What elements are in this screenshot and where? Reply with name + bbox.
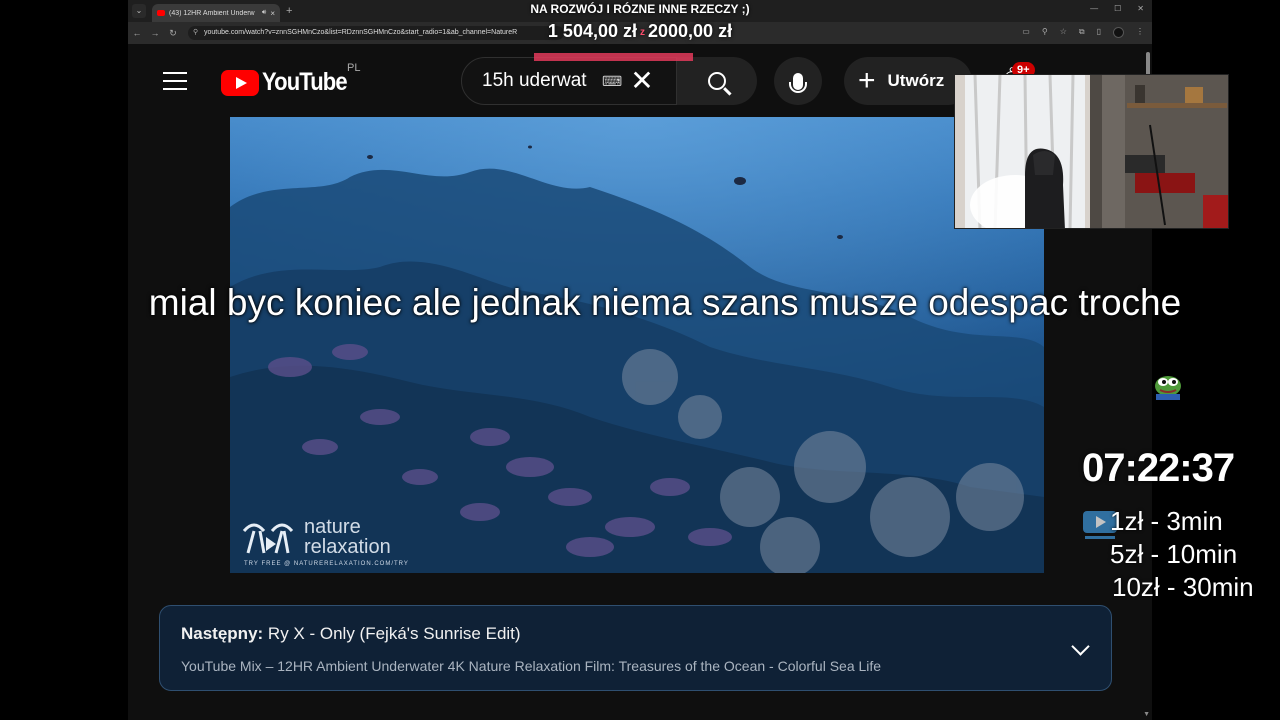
donation-goal-progress-bar xyxy=(534,53,693,61)
search-box[interactable]: 15h uderwat ⌨ ✕ xyxy=(461,57,677,105)
watermark-text: nature relaxation xyxy=(304,517,391,557)
youtube-play-icon xyxy=(221,69,259,96)
menu-hamburger-icon[interactable] xyxy=(163,72,187,90)
scroll-down-arrow-icon[interactable]: ▼ xyxy=(1143,711,1150,718)
rate-line: 10zł - 30min xyxy=(1112,572,1254,602)
underwater-scene xyxy=(230,117,1044,573)
plus-icon: + xyxy=(858,64,876,97)
palm-trees-logo-icon xyxy=(242,523,294,554)
stream-message: mial byc koniec ale jednak niema szans m… xyxy=(148,282,1182,323)
donation-goal-amount: 1 504,00 zł z 2000,00 zł xyxy=(0,21,1280,42)
rate-line: 5zł - 10min xyxy=(1110,539,1238,569)
up-next-label: Następny: xyxy=(181,624,264,643)
nature-relaxation-watermark: nature relaxation TRY FREE @ NATURERELAX… xyxy=(242,517,408,567)
microphone-icon xyxy=(789,72,807,93)
up-next-title[interactable]: Ry X - Only (Fejká's Sunrise Edit) xyxy=(268,624,521,643)
goal-current: 1 504,00 zł xyxy=(547,21,637,41)
create-label: Utwórz xyxy=(887,71,945,90)
donation-rates: 1zł - 3min 5zł - 10min 10zł - 30min xyxy=(1110,505,1254,604)
mix-title: YouTube Mix – 12HR Ambient Underwater 4K… xyxy=(181,658,882,674)
create-button[interactable]: + Utwórz xyxy=(844,57,972,105)
voice-search-button[interactable] xyxy=(774,57,822,105)
up-next-line: Następny: Ry X - Only (Fejká's Sunrise E… xyxy=(181,624,1090,644)
search-icon xyxy=(708,72,726,90)
country-code: PL xyxy=(347,62,361,74)
search-button[interactable] xyxy=(677,57,757,105)
page-scrollbar[interactable] xyxy=(1146,52,1150,76)
webcam-feed xyxy=(954,74,1229,229)
search-input[interactable]: 15h uderwat xyxy=(482,70,600,92)
keyboard-icon[interactable]: ⌨ xyxy=(602,73,622,90)
goal-target: 2000,00 zł xyxy=(648,21,733,41)
video-player[interactable]: nature relaxation TRY FREE @ NATURERELAX… xyxy=(230,117,1044,573)
goal-separator: z xyxy=(640,26,645,38)
youtube-logo[interactable]: YouTube PL xyxy=(221,62,360,97)
subathon-timer: 07:22:37 xyxy=(1082,446,1235,490)
donation-goal-title: NA ROZWÓJ I RÓZNE INNE RZECZY ;) xyxy=(530,2,750,16)
watermark-url: TRY FREE @ NATURERELAXATION.COM/TRY xyxy=(244,561,409,567)
up-next-card[interactable]: Następny: Ry X - Only (Fejká's Sunrise E… xyxy=(159,605,1112,691)
webcam-scene xyxy=(955,75,1228,228)
pepe-emote-icon xyxy=(1155,376,1181,400)
watermark-line1: nature xyxy=(304,516,361,538)
rate-line: 1zł - 3min xyxy=(1110,506,1223,536)
youtube-wordmark: YouTube xyxy=(262,68,348,96)
clear-search-icon[interactable]: ✕ xyxy=(630,67,653,95)
watermark-line2: relaxation xyxy=(304,536,391,558)
